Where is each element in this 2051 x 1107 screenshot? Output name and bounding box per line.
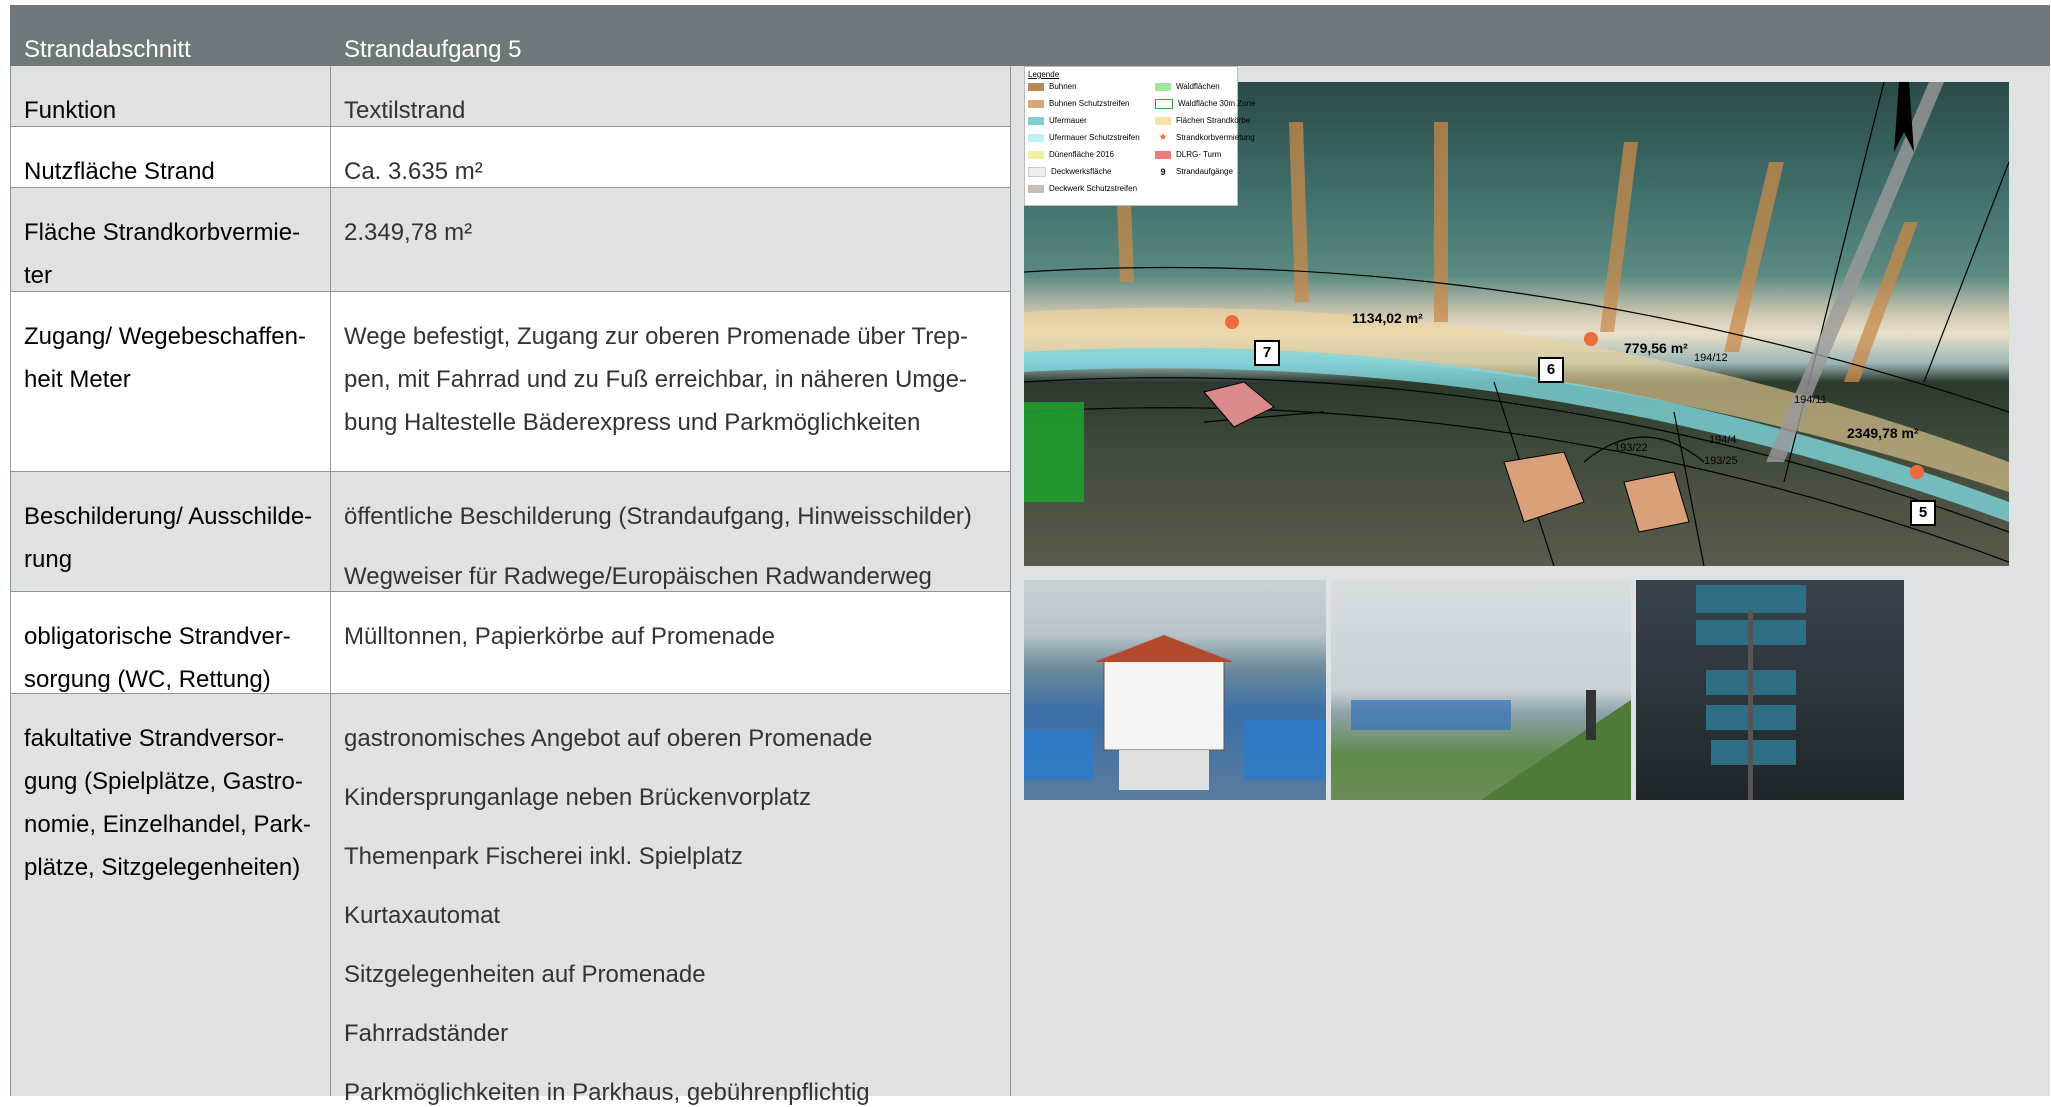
table-row: fakultative Strandversor-gung (Spielplät… bbox=[10, 694, 1010, 1106]
parcel-label: 194/11 bbox=[1794, 394, 1827, 406]
row-value: Mülltonnen, Papierkörbe auf Promenade bbox=[344, 623, 775, 650]
row-item: Parkmöglichkeiten in Parkhaus, gebührenp… bbox=[344, 1079, 870, 1106]
row-label: Beschilderung/ Ausschilde-rung bbox=[24, 503, 313, 573]
row-label: fakultative Strandversor-gung (Spielplät… bbox=[24, 725, 311, 881]
promenade-beach-photo bbox=[1331, 580, 1631, 800]
row-item: Wegweiser für Radwege/Europäischen Radwa… bbox=[344, 563, 932, 590]
row-label: obligatorische Strandver-sorgung (WC, Re… bbox=[24, 623, 291, 693]
row-label: Fläche Strandkorbvermie-ter bbox=[24, 219, 301, 289]
entrance-marker: 5 bbox=[1910, 500, 1936, 526]
legend-item: 9 Strandaufgänge bbox=[1160, 166, 1233, 177]
legend-item: Waldfläche 30m Zone bbox=[1155, 99, 1256, 109]
beach-section-sheet: Strandabschnitt Strandaufgang 5 Funktion… bbox=[10, 5, 2050, 1106]
area-label: 779,56 m² bbox=[1624, 340, 1688, 356]
legend-item: Dünenfläche 2016 bbox=[1028, 150, 1114, 160]
table-row: Beschilderung/ Ausschilde-rung öffentlic… bbox=[10, 472, 1010, 592]
row-label: Funktion bbox=[24, 97, 117, 124]
header-col-entrance: Strandaufgang 5 bbox=[344, 36, 522, 63]
legend-item: Ufermauer Schutzstreifen bbox=[1028, 133, 1140, 143]
map-legend: Legende Buhnen Buhnen Schutzstreifen Ufe… bbox=[1024, 66, 1256, 206]
legend-item: Ufermauer bbox=[1028, 116, 1087, 126]
row-label: Zugang/ Wegebeschaffen-heit Meter bbox=[24, 323, 306, 393]
legend-item: Deckwerksfläche bbox=[1028, 167, 1111, 177]
entrance-marker: 7 bbox=[1254, 340, 1280, 366]
legend-item: ★ Strandkorbvermietung bbox=[1155, 131, 1255, 143]
parcel-label: 193/22 bbox=[1614, 442, 1648, 454]
row-item: Kurtaxautomat bbox=[344, 902, 501, 929]
parcel-label: 193/25 bbox=[1704, 455, 1738, 467]
legend-item: Waldflächen bbox=[1155, 82, 1220, 92]
row-value: Ca. 3.635 m² bbox=[344, 158, 483, 185]
legend-item: Deckwerk Schutzstreifen bbox=[1028, 184, 1137, 194]
table-row: obligatorische Strandver-sorgung (WC, Re… bbox=[10, 592, 1010, 694]
table-row: Zugang/ Wegebeschaffen-heit Meter Wege b… bbox=[10, 292, 1010, 472]
table-row: Fläche Strandkorbvermie-ter 2.349,78 m² bbox=[10, 188, 1010, 292]
legend-item: DLRG- Turm bbox=[1155, 150, 1221, 160]
row-item: gastronomisches Angebot auf oberen Prome… bbox=[344, 725, 873, 752]
table-row: Nutzfläche Strand Ca. 3.635 m² bbox=[10, 127, 1010, 188]
entrance-marker: 6 bbox=[1538, 357, 1564, 383]
table-row: Funktion Textilstrand bbox=[10, 66, 1010, 127]
lifeguard-tower-photo bbox=[1024, 580, 1326, 800]
header-col-section: Strandabschnitt bbox=[24, 36, 191, 63]
legend-item: Flächen Strandkörbe bbox=[1155, 116, 1250, 126]
row-item: öffentliche Beschilderung (Strandaufgang… bbox=[344, 503, 972, 530]
signpost-photo bbox=[1636, 580, 1904, 800]
legend-title: Legende bbox=[1028, 70, 1060, 79]
parcel-label: 194/12 bbox=[1694, 352, 1728, 364]
row-item: Sitzgelegenheiten auf Promenade bbox=[344, 961, 706, 988]
area-label: 2349,78 m² bbox=[1847, 425, 1919, 441]
table-header: Strandabschnitt Strandaufgang 5 bbox=[10, 5, 2050, 66]
area-label: 1134,02 m² bbox=[1352, 310, 1423, 326]
legend-item: Buhnen Schutzstreifen bbox=[1028, 99, 1130, 109]
parcel-label: 194/4 bbox=[1709, 434, 1737, 446]
row-value: Textilstrand bbox=[344, 97, 466, 124]
star-icon: ★ bbox=[1158, 131, 1168, 143]
row-item: Kindersprunganlage neben Brückenvorplatz bbox=[344, 784, 811, 811]
row-item: Themenpark Fischerei inkl. Spielplatz bbox=[344, 843, 743, 870]
row-value: Wege befestigt, Zugang zur oberen Promen… bbox=[344, 323, 968, 436]
row-value: 2.349,78 m² bbox=[344, 219, 473, 246]
row-label: Nutzfläche Strand bbox=[24, 158, 215, 185]
legend-item: Buhnen bbox=[1028, 82, 1077, 92]
row-item: Fahrradständer bbox=[344, 1020, 509, 1047]
